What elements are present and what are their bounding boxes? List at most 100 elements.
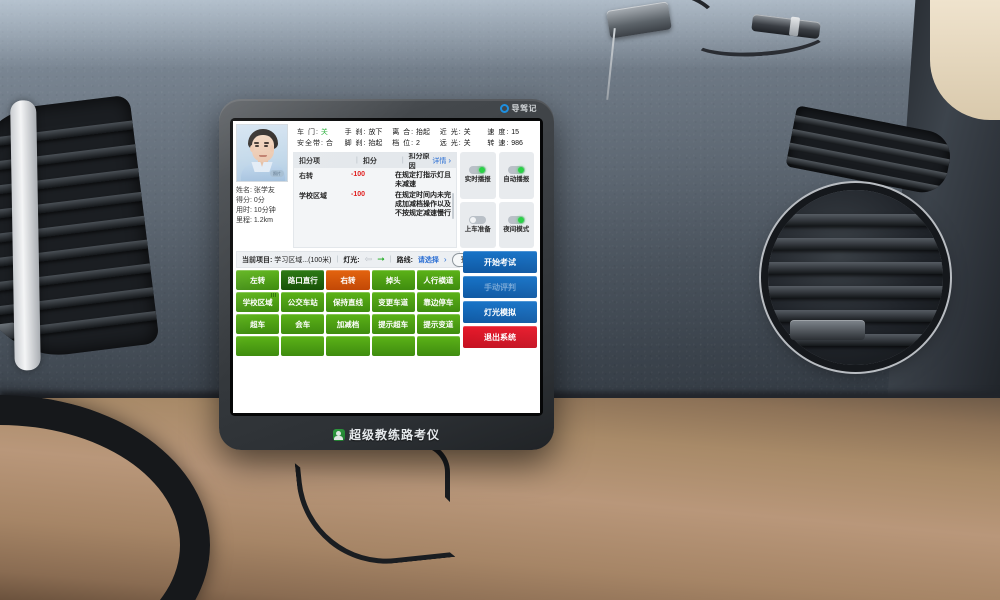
device-brand-label: 导驾记 [511, 104, 537, 113]
item-button-gear-shift[interactable]: 加减档 [326, 314, 370, 334]
deduction-table-header: 扣分项 | 扣分 | 扣分原因 详情 › [294, 152, 456, 170]
scrollbar-thumb[interactable] [452, 193, 454, 219]
status-item: 速 度: 15 [487, 129, 520, 136]
light-label: 灯光: [343, 256, 360, 264]
manual-judge-button[interactable]: 手动评判 [463, 276, 537, 298]
toggle-switch-on[interactable] [507, 166, 525, 175]
vent-control-knob [790, 320, 865, 340]
status-item: 安全带: 合 [297, 140, 333, 147]
item-button-row4[interactable] [371, 336, 415, 356]
student-info-list: 姓名: 张学友 得分: 0分 用时: 10分钟 里程: 1.2km [236, 186, 290, 226]
current-project-label: 当前项目: 学习区域...(100米) [242, 256, 332, 264]
student-score-row: 得分: 0分 [236, 197, 265, 204]
col-header-reason: 扣分原因 [408, 152, 430, 170]
cell-reason: 在规定时间内未完成加减档操作以及不按规定减速慢行 [395, 192, 451, 217]
toggle-realtime-broadcast[interactable]: 实时播报 [460, 152, 496, 199]
toggle-panel: 实时播报 自动播报 上车准备 夜间模式 [460, 152, 534, 248]
deduction-table-body: 右转 -100 在规定打指示灯且未减速 学校区域 -100 在规定时间内未完成加… [294, 168, 456, 218]
table-row[interactable]: 学校区域 -100 在规定时间内未完成加减档操作以及不按规定减速慢行 [299, 191, 451, 218]
start-exam-button[interactable]: 开始考试 [463, 251, 537, 273]
toggle-switch-on[interactable] [469, 166, 487, 175]
cell-points: -100 [351, 191, 366, 198]
items-panel: 当前项目: 学习区域...(100米) | 灯光: ⇦ ➞ | 路线: 请选择 … [236, 251, 484, 356]
item-button-row4[interactable] [236, 336, 280, 356]
status-item: 档 位: 2 [392, 140, 420, 147]
item-button-row4[interactable] [281, 336, 325, 356]
app-screen: 照片 姓名: 张学友 得分: 0分 用时: 10分钟 里程: 1.2km 车 门… [233, 121, 540, 413]
vehicle-status-grid: 车 门: 关 手 刹: 放下 离 合: 抬起 近 光: 关 速 度: 15 安全… [293, 124, 537, 152]
status-item: 转 速: 986 [487, 140, 523, 147]
status-item: 近 光: 关 [439, 129, 471, 136]
route-label: 路线: [396, 256, 413, 264]
toggle-boarding-prep[interactable]: 上车准备 [460, 201, 496, 248]
item-button-crosswalk[interactable]: 人行横道 [416, 270, 460, 290]
chevron-right-icon[interactable]: › [444, 255, 447, 264]
toggle-label: 自动播报 [503, 176, 530, 184]
status-item: 车 门: 关 [297, 129, 328, 136]
arrow-right-icon[interactable]: ➞ [377, 255, 385, 264]
item-button-label: 学校区域 [242, 297, 273, 307]
deduction-table: 扣分项 | 扣分 | 扣分原因 详情 › 右转 -100 在规定打指示灯且未减速… [293, 152, 457, 248]
deduction-and-toggles: 扣分项 | 扣分 | 扣分原因 详情 › 右转 -100 在规定打指示灯且未减速… [293, 152, 537, 248]
item-button-prompt-lane[interactable]: 提示变道 [416, 314, 460, 334]
toggle-night-mode[interactable]: 夜间模式 [498, 201, 534, 248]
col-header-item: 扣分项 [299, 157, 320, 165]
item-button-prompt-overtake[interactable]: 提示超车 [371, 314, 415, 334]
item-button-straight[interactable]: 路口直行 [281, 270, 325, 290]
cell-item: 右转 [299, 173, 313, 180]
signal-mark-icon [271, 293, 277, 297]
circle-logo-icon [499, 104, 509, 113]
toggle-label: 上车准备 [464, 225, 491, 233]
toggle-switch-on[interactable] [507, 215, 525, 224]
current-project-bar: 当前项目: 学习区域...(100米) | 灯光: ⇦ ➞ | 路线: 请选择 … [236, 251, 484, 268]
light-simulation-button[interactable]: 灯光模拟 [463, 301, 537, 323]
device-product-name: 超级教练路考仪 [348, 428, 440, 442]
exit-system-button[interactable]: 退出系统 [463, 326, 537, 348]
item-button-grid: 左转 路口直行 右转 掉头 人行横道 学校区域 公交车站 保持直线 变更车道 靠… [236, 270, 460, 356]
item-button-left-turn[interactable]: 左转 [236, 270, 280, 290]
student-distance-row: 里程: 1.2km [236, 217, 273, 224]
table-row[interactable]: 右转 -100 在规定打指示灯且未减速 [299, 171, 451, 189]
device-top-logo: 导驾记 [499, 103, 538, 114]
item-button-u-turn[interactable]: 掉头 [371, 270, 415, 290]
item-button-overtake[interactable]: 超车 [236, 314, 280, 334]
windshield-glow [0, 0, 1000, 70]
screen-bezel: 照片 姓名: 张学友 得分: 0分 用时: 10分钟 里程: 1.2km 车 门… [230, 118, 543, 416]
student-photo: 照片 [236, 124, 288, 182]
item-button-keep-straight[interactable]: 保持直线 [326, 292, 370, 312]
toggle-auto-broadcast[interactable]: 自动播报 [498, 152, 534, 199]
toggle-label: 实时播报 [464, 176, 491, 184]
cell-reason: 在规定打指示灯且未减速 [395, 172, 451, 188]
item-button-right-turn[interactable]: 右转 [326, 270, 370, 290]
item-button-change-lane[interactable]: 变更车道 [371, 292, 415, 312]
item-button-pull-over[interactable]: 靠边停车 [416, 292, 460, 312]
chevron-right-icon: › [448, 155, 451, 165]
item-button-row4[interactable] [326, 336, 370, 356]
student-time-row: 用时: 10分钟 [236, 207, 276, 214]
detail-link[interactable]: 详情 › [432, 156, 451, 166]
cell-item: 学校区域 [299, 193, 327, 200]
status-and-deductions: 车 门: 关 手 刹: 放下 离 合: 抬起 近 光: 关 速 度: 15 安全… [293, 124, 537, 248]
photo-stamp: 照片 [270, 170, 284, 177]
status-item: 脚 刹: 抬起 [344, 140, 383, 147]
route-select-link[interactable]: 请选择 [418, 255, 439, 265]
detail-link-label: 详情 [432, 157, 447, 165]
item-button-meeting-car[interactable]: 会车 [281, 314, 325, 334]
arrow-left-icon[interactable]: ⇦ [365, 255, 373, 264]
col-header-points: 扣分 [362, 157, 377, 165]
bottom-section: 当前项目: 学习区域...(100米) | 灯光: ⇦ ➞ | 路线: 请选择 … [233, 248, 540, 356]
road-test-device: 导驾记 照片 姓名: 张学友 得分: 0分 用时: 10分钟 里程: 1.2km… [219, 99, 554, 450]
item-button-school-zone[interactable]: 学校区域 [236, 292, 280, 312]
top-section: 照片 姓名: 张学友 得分: 0分 用时: 10分钟 里程: 1.2km 车 门… [233, 121, 540, 248]
status-item: 离 合: 抬起 [392, 129, 431, 136]
toggle-label: 夜间模式 [503, 225, 530, 233]
action-button-panel: 开始考试 手动评判 灯光模拟 退出系统 [463, 251, 537, 356]
student-name-row: 姓名: 张学友 [236, 187, 275, 194]
device-bottom-bezel: 超级教练路考仪 [219, 419, 554, 450]
cell-points: -100 [351, 171, 366, 178]
item-button-bus-stop[interactable]: 公交车站 [281, 292, 325, 312]
toggle-switch-off[interactable] [469, 215, 487, 224]
item-button-row4[interactable] [416, 336, 460, 356]
coach-logo-icon [332, 428, 345, 441]
status-item: 远 光: 关 [439, 140, 471, 147]
